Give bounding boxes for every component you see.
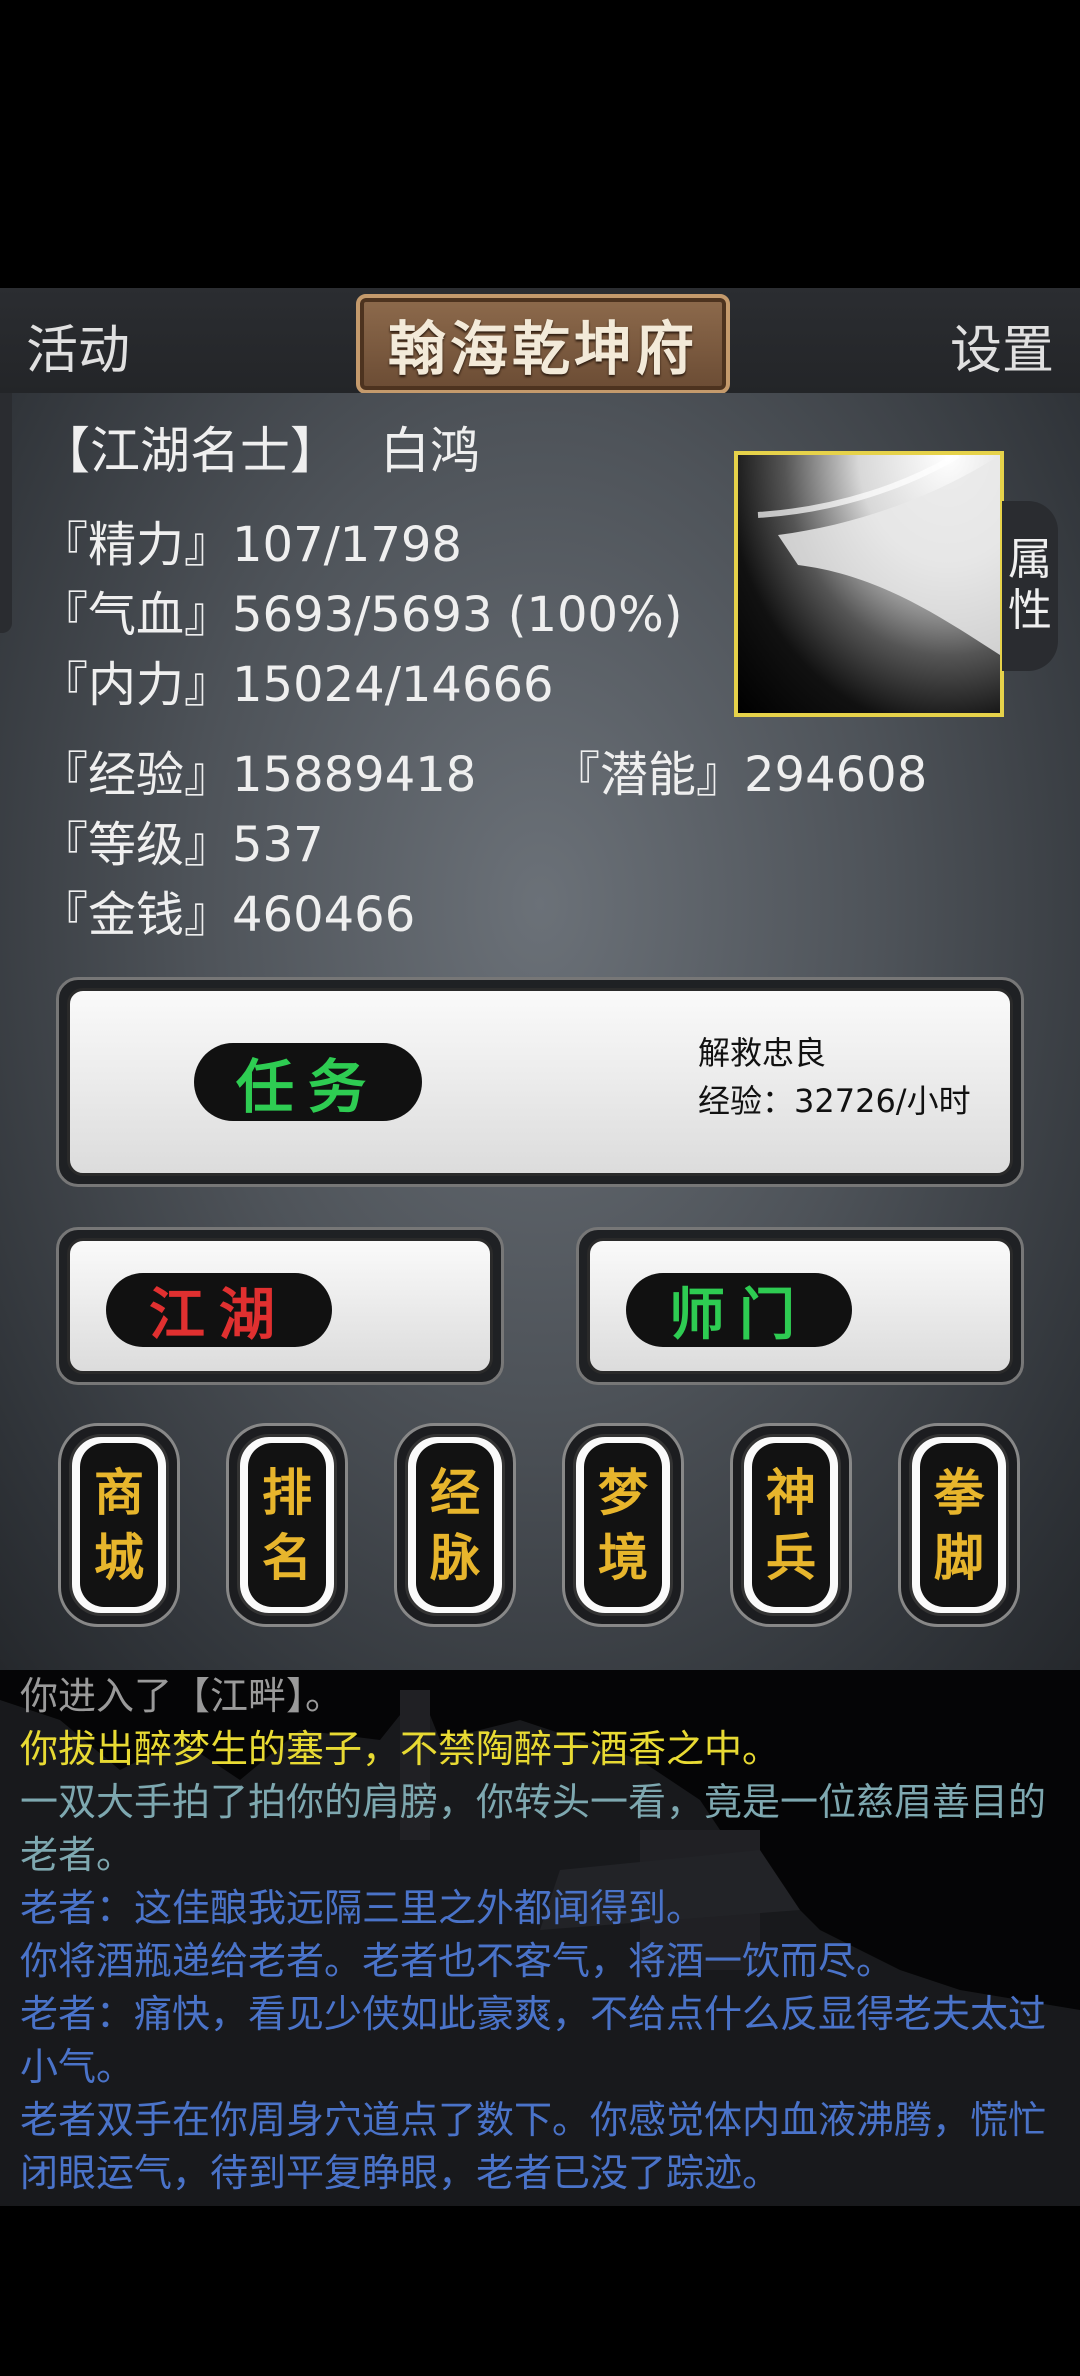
task-label: 任务 (194, 1043, 422, 1121)
stat-jingyan: 『经验』15889418 (40, 747, 477, 803)
menu-weapon-inner: 神兵 (741, 1434, 841, 1616)
log-line: 老者：这佳酿我远隔三里之外都闻得到。 (20, 1886, 705, 1930)
location-title: 翰海乾坤府 (387, 315, 698, 383)
task-exp-rate: 经验：32726/小时 (698, 1082, 971, 1120)
menu-fist-inner: 拳脚 (909, 1434, 1009, 1616)
menu-ranking-button[interactable]: 排名 (226, 1423, 348, 1627)
stat-qianneng: 『潜能』294608 (552, 747, 928, 803)
menu-fist-button[interactable]: 拳脚 (898, 1423, 1020, 1627)
menu-shop-char-1: 商 (94, 1463, 144, 1522)
game-screen: 活动 翰海乾坤府 设置 【江湖名士】 白鸿 『精力』107/1798 『气血』56… (0, 0, 1080, 2376)
stat-jinqian: 『金钱』460466 (40, 887, 416, 943)
settings-button[interactable]: 设置 (950, 308, 1054, 383)
task-info: 解救忠良 经验：32726/小时 (698, 1029, 971, 1125)
menu-ranking-char-1: 排 (262, 1463, 312, 1522)
attributes-tab-char-1: 属 (1008, 534, 1052, 586)
menu-ranking-inner: 排名 (237, 1434, 337, 1616)
shimen-button[interactable]: 师门 (576, 1227, 1024, 1385)
log-line: 你拔出醉梦生的塞子，不禁陶醉于酒香之中。 (20, 1727, 781, 1771)
menu-dream-button[interactable]: 梦境 (562, 1423, 684, 1627)
log-lines: 你进入了【江畔】。 你拔出醉梦生的塞子，不禁陶醉于酒香之中。 一双大手拍了拍你的… (20, 1670, 1070, 2200)
menu-fist-plaque: 拳脚 (920, 1443, 998, 1607)
message-log[interactable]: 你进入了【江畔】。 你拔出醉梦生的塞子，不禁陶醉于酒香之中。 一双大手拍了拍你的… (0, 1670, 1080, 2206)
menu-shop-inner: 商城 (69, 1434, 169, 1616)
task-card-inner: 任务 解救忠良 经验：32726/小时 (67, 988, 1013, 1176)
stat-neili: 『内力』15024/14666 (40, 657, 554, 713)
menu-shop-plaque: 商城 (80, 1443, 158, 1607)
log-line: 你将酒瓶递给老者。老者也不客气，将酒一饮而尽。 (20, 1939, 895, 1983)
menu-meridian-inner: 经脉 (405, 1434, 505, 1616)
location-title-plaque: 翰海乾坤府 (356, 294, 730, 394)
character-title: 【江湖名士】 (40, 422, 340, 480)
menu-weapon-char-2: 兵 (766, 1528, 816, 1587)
log-line: 老者双手在你周身穴道点了数下。你感觉体内血液沸腾，慌忙闭眼运气，待到平复睁眼，老… (20, 2098, 1047, 2195)
stat-qixue: 『气血』5693/5693 (100%) (40, 587, 683, 643)
jianghu-button-inner: 江湖 (67, 1238, 493, 1374)
menu-ranking-char-2: 名 (262, 1528, 312, 1587)
menu-weapon-button[interactable]: 神兵 (730, 1423, 852, 1627)
shimen-label: 师门 (626, 1273, 852, 1348)
activity-button[interactable]: 活动 (26, 308, 130, 383)
character-portrait[interactable] (734, 451, 1004, 717)
character-title-line: 【江湖名士】 白鸿 (40, 411, 480, 483)
character-panel: 【江湖名士】 白鸿 『精力』107/1798 『气血』5693/5693 (100… (0, 393, 1080, 1670)
menu-shop-char-2: 城 (94, 1528, 144, 1587)
menu-weapon-plaque: 神兵 (752, 1443, 830, 1607)
shimen-button-inner: 师门 (587, 1238, 1013, 1374)
task-name: 解救忠良 (698, 1034, 827, 1072)
menu-shop-button[interactable]: 商城 (58, 1423, 180, 1627)
menu-dream-char-2: 境 (598, 1528, 648, 1587)
menu-dream-char-1: 梦 (598, 1463, 648, 1522)
menu-meridian-plaque: 经脉 (416, 1443, 494, 1607)
character-name: 白鸿 (380, 422, 480, 480)
menu-meridian-button[interactable]: 经脉 (394, 1423, 516, 1627)
menu-fist-char-2: 脚 (934, 1528, 984, 1587)
jianghu-label: 江湖 (106, 1273, 332, 1348)
task-card[interactable]: 任务 解救忠良 经验：32726/小时 (56, 977, 1024, 1187)
menu-dream-inner: 梦境 (573, 1434, 673, 1616)
menu-meridian-char-2: 脉 (430, 1528, 480, 1587)
portrait-art-icon (757, 452, 1000, 655)
menu-fist-char-1: 拳 (934, 1463, 984, 1522)
log-line: 老者：痛快，看见少侠如此豪爽，不给点什么反显得老夫太过小气。 (20, 1992, 1047, 2089)
menu-meridian-char-1: 经 (430, 1463, 480, 1522)
jianghu-button[interactable]: 江湖 (56, 1227, 504, 1385)
top-bar: 活动 翰海乾坤府 设置 (0, 288, 1080, 395)
stat-jingli: 『精力』107/1798 (40, 517, 462, 573)
left-edge-decoration (0, 393, 12, 633)
attributes-tab[interactable]: 属 性 (1002, 501, 1058, 671)
stat-dengji: 『等级』537 (40, 817, 324, 873)
attributes-tab-char-2: 性 (1008, 585, 1052, 636)
menu-ranking-plaque: 排名 (248, 1443, 326, 1607)
menu-dream-plaque: 梦境 (584, 1443, 662, 1607)
log-line: 一双大手拍了拍你的肩膀，你转头一看，竟是一位慈眉善目的老者。 (20, 1780, 1047, 1877)
menu-weapon-char-1: 神 (766, 1463, 816, 1522)
log-line: 你进入了【江畔】。 (20, 1674, 344, 1718)
